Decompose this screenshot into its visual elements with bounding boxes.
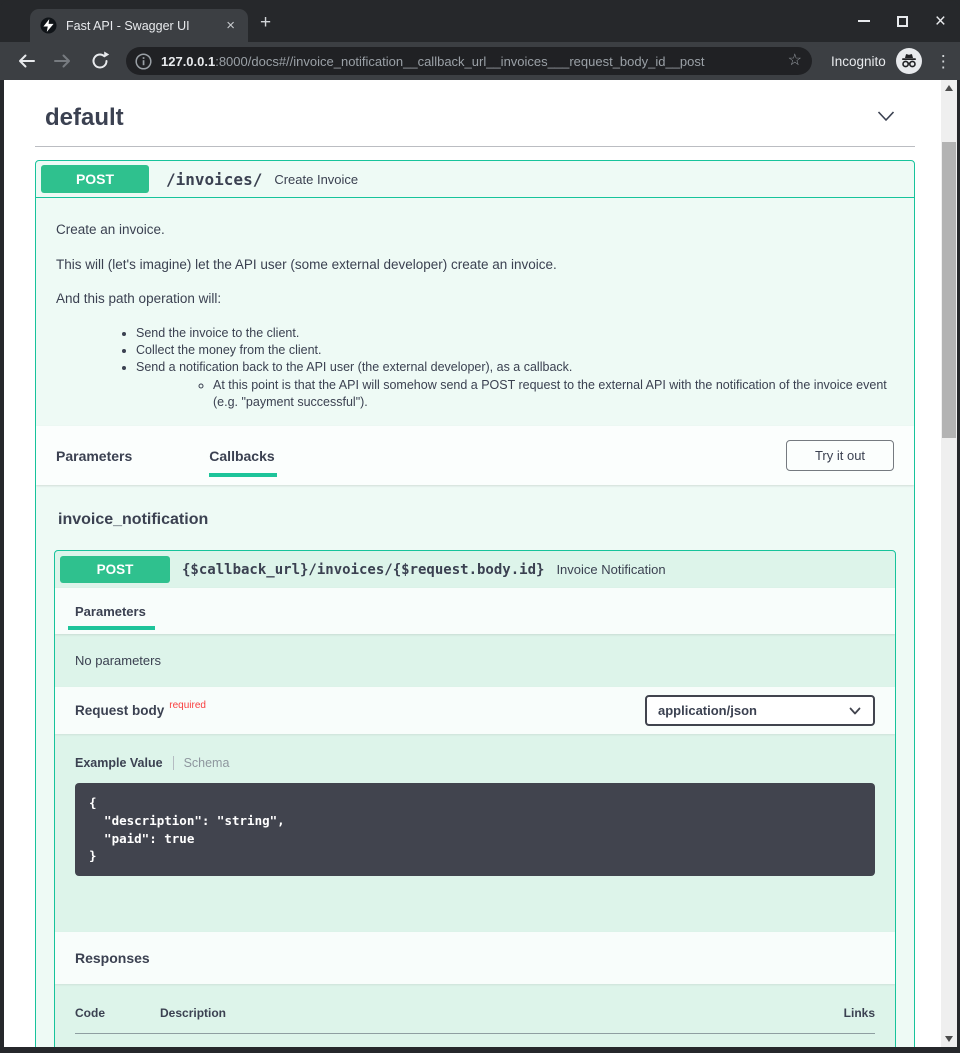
operation-description: Create an invoice. This will (let's imag…	[36, 198, 914, 426]
sub-bullet-item: At this point is that the API will someh…	[213, 377, 894, 411]
chevron-down-icon[interactable]	[875, 105, 897, 127]
bullet-item: Send the invoice to the client.	[136, 325, 894, 341]
reload-icon[interactable]	[89, 50, 111, 72]
model-example-section: Example Value Schema { "description": "s…	[55, 734, 895, 932]
responses-table: Code Description Links 200	[75, 1006, 875, 1047]
description-paragraph: This will (let's imagine) let the API us…	[56, 256, 894, 274]
method-badge: POST	[41, 165, 149, 193]
scroll-down-icon[interactable]	[941, 1031, 957, 1047]
description-paragraph: And this path operation will:	[56, 290, 894, 308]
url-path: :8000/docs#//invoice_notification__callb…	[215, 54, 704, 69]
required-badge: required	[169, 700, 206, 711]
fastapi-favicon-icon	[40, 17, 57, 34]
browser-menu-icon[interactable]: ⋮	[935, 53, 952, 70]
try-it-out-button[interactable]: Try it out	[786, 440, 894, 471]
swagger-page: default POST /invoices/ Create Invoice C…	[4, 80, 941, 1047]
page-scrollbar[interactable]	[941, 80, 957, 1047]
window-controls: ×	[858, 0, 946, 42]
back-icon[interactable]	[15, 50, 37, 72]
select-chevron-icon	[848, 704, 862, 718]
responses-table-section: Code Description Links 200	[55, 984, 895, 1047]
response-code: 200	[75, 1034, 160, 1047]
incognito-icon	[896, 48, 922, 74]
response-description-cell: Successful Response	[160, 1034, 678, 1047]
scrollbar-thumb[interactable]	[942, 142, 956, 438]
url-host: 127.0.0.1	[161, 54, 215, 69]
content-type-value: application/json	[658, 703, 757, 718]
scroll-up-icon[interactable]	[941, 80, 957, 96]
browser-window: Fast API - Swagger UI × + × 127.0.0	[0, 0, 960, 1053]
tab-separator	[173, 756, 174, 770]
content-type-select[interactable]: application/json	[645, 695, 875, 726]
request-body-header: Request body required application/json	[55, 687, 895, 734]
response-row-200: 200 Successful Response No links	[75, 1034, 875, 1047]
callback-parameters-header: Parameters	[55, 588, 895, 634]
opblock-invoice-notification: POST {$callback_url}/invoices/{$request.…	[54, 550, 896, 1047]
minimize-icon[interactable]	[858, 20, 870, 22]
operation-tab-header: Parameters Callbacks Try it out	[36, 426, 914, 485]
tab-title: Fast API - Swagger UI	[66, 19, 190, 33]
site-info-icon[interactable]	[135, 53, 152, 70]
tab-schema[interactable]: Schema	[184, 756, 230, 770]
incognito-indicator: Incognito	[831, 48, 922, 74]
operation-path: /invoices/	[166, 170, 262, 189]
example-code-block[interactable]: { "description": "string", "paid": true …	[75, 783, 875, 876]
responses-header: Responses	[55, 932, 895, 984]
forward-icon[interactable]	[52, 50, 74, 72]
opblock-create-invoice: POST /invoices/ Create Invoice Create an…	[35, 160, 915, 1047]
description-bullet-list: Send the invoice to the client. Collect …	[56, 325, 894, 412]
maximize-icon[interactable]	[897, 16, 908, 27]
browser-tab[interactable]: Fast API - Swagger UI ×	[30, 9, 248, 42]
window-close-icon[interactable]: ×	[935, 12, 946, 31]
tab-parameters[interactable]: Parameters	[56, 448, 132, 464]
callback-path: {$callback_url}/invoices/{$request.body.…	[182, 562, 544, 578]
column-header-links: Links	[678, 1006, 875, 1034]
tab-example-value[interactable]: Example Value	[75, 756, 163, 770]
bullet-item: Collect the money from the client.	[136, 342, 894, 358]
method-badge: POST	[60, 556, 170, 583]
responses-table-header-row: Code Description Links	[75, 1006, 875, 1034]
operation-summary: Create Invoice	[274, 172, 358, 187]
callback-summary-text: Invoice Notification	[556, 562, 665, 577]
response-links: No links	[678, 1034, 875, 1047]
no-parameters-text: No parameters	[55, 634, 895, 687]
new-tab-icon[interactable]: +	[260, 13, 271, 32]
url-text: 127.0.0.1:8000/docs#//invoice_notificati…	[161, 54, 705, 69]
callback-name: invoice_notification	[54, 511, 896, 529]
request-body-label: Request body	[75, 703, 164, 718]
description-sub-bullet-list: At this point is that the API will someh…	[136, 377, 894, 411]
bullet-item: Send a notification back to the API user…	[136, 359, 894, 411]
callback-summary[interactable]: POST {$callback_url}/invoices/{$request.…	[55, 551, 895, 588]
tab-callbacks[interactable]: Callbacks	[209, 448, 274, 464]
browser-toolbar: 127.0.0.1:8000/docs#//invoice_notificati…	[0, 42, 960, 80]
callbacks-section: invoice_notification POST {$callback_url…	[36, 485, 914, 1047]
opblock-summary[interactable]: POST /invoices/ Create Invoice	[36, 161, 914, 198]
incognito-label: Incognito	[831, 54, 886, 69]
bookmark-star-icon[interactable]: ☆	[788, 53, 802, 69]
section-header-default[interactable]: default	[35, 100, 915, 132]
section-divider	[35, 146, 915, 147]
tab-callback-parameters[interactable]: Parameters	[75, 604, 146, 619]
column-header-description: Description	[160, 1006, 678, 1034]
description-paragraph: Create an invoice.	[56, 221, 894, 239]
section-title: default	[45, 104, 124, 132]
column-header-code: Code	[75, 1006, 160, 1034]
address-bar[interactable]: 127.0.0.1:8000/docs#//invoice_notificati…	[126, 47, 812, 75]
operation-tabs: Parameters Callbacks	[56, 448, 275, 464]
browser-titlebar: Fast API - Swagger UI × + ×	[0, 0, 960, 42]
example-schema-tabs: Example Value Schema	[75, 756, 875, 770]
tab-close-icon[interactable]: ×	[223, 17, 238, 34]
